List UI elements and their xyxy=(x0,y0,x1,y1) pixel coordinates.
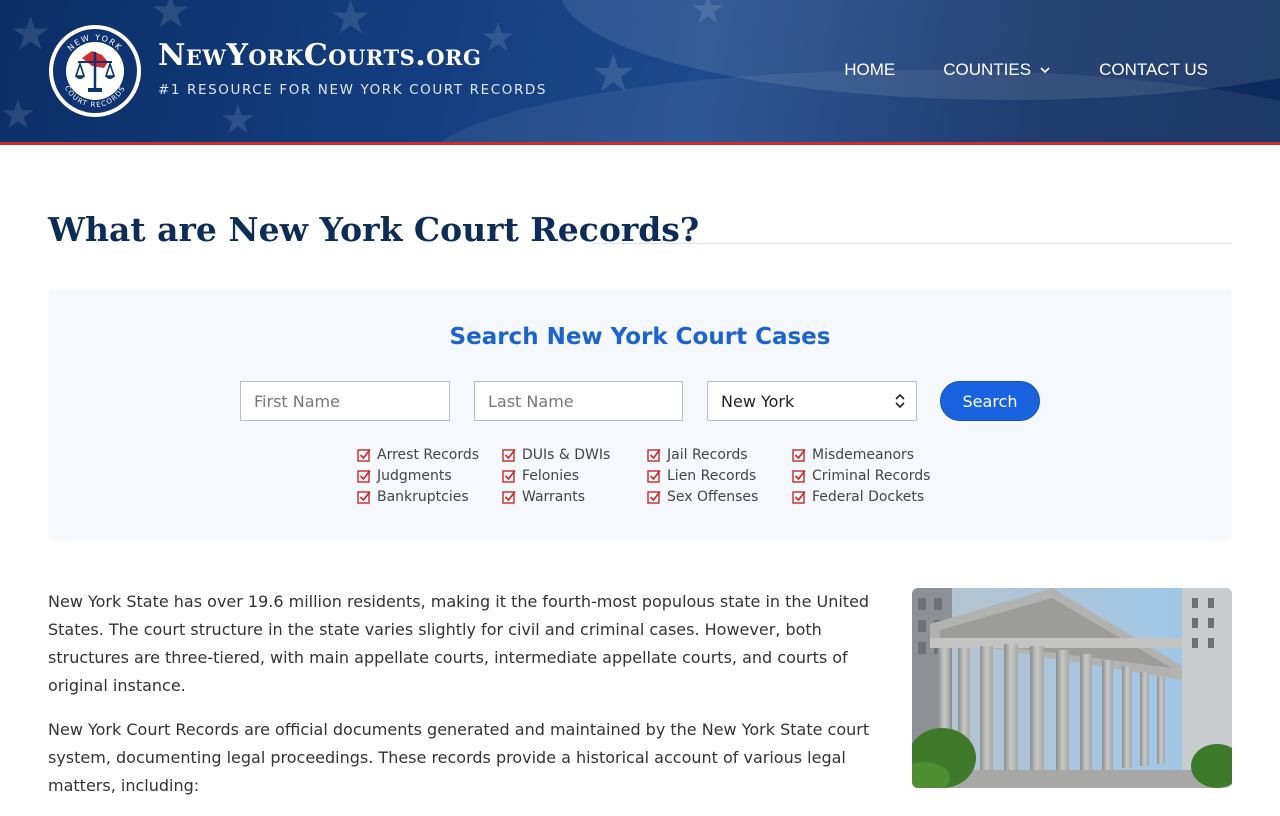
nav-home[interactable]: HOME xyxy=(844,60,895,80)
site-header: ★ ★ ★ ★ ★ ★ ★ ★ NEW YORK COURT RECORDS N… xyxy=(0,0,1280,142)
record-type-item: Misdemeanors xyxy=(792,446,937,464)
record-type-label: Bankruptcies xyxy=(377,489,469,505)
record-type-label: Criminal Records xyxy=(812,468,931,484)
select-updown-icon xyxy=(895,393,905,409)
star-decoration: ★ xyxy=(10,6,52,60)
record-type-label: Arrest Records xyxy=(377,447,480,463)
main-nav: HOME COUNTIES CONTACT US xyxy=(844,60,1208,80)
record-type-item: Warrants xyxy=(502,488,647,506)
nav-contact-label: CONTACT US xyxy=(1099,60,1208,79)
checkbox-checked-icon xyxy=(357,470,371,483)
nav-counties[interactable]: COUNTIES xyxy=(943,60,1051,80)
checkbox-checked-icon xyxy=(502,491,516,504)
record-type-label: Sex Offenses xyxy=(667,489,759,505)
checkbox-checked-icon xyxy=(357,491,371,504)
nav-home-label: HOME xyxy=(844,60,896,79)
search-panel-title: Search New York Court Cases xyxy=(449,324,831,350)
record-type-label: Jail Records xyxy=(667,447,748,463)
checkbox-checked-icon xyxy=(647,449,661,462)
record-type-item: Criminal Records xyxy=(792,467,937,485)
star-decoration: ★ xyxy=(690,0,726,33)
checkbox-checked-icon xyxy=(792,470,806,483)
star-decoration: ★ xyxy=(150,0,192,38)
checkbox-checked-icon xyxy=(502,449,516,462)
record-type-label: Federal Dockets xyxy=(812,489,925,505)
new-york-courts-seal-logo[interactable]: NEW YORK COURT RECORDS xyxy=(48,24,142,118)
checkbox-checked-icon xyxy=(792,491,806,504)
site-brand-title[interactable]: NewYorkCourts.org xyxy=(158,38,481,73)
nav-counties-label: COUNTIES xyxy=(943,60,1032,79)
record-type-label: Felonies xyxy=(522,468,580,484)
star-decoration: ★ xyxy=(480,15,516,61)
record-type-label: Misdemeanors xyxy=(812,447,915,463)
star-decoration: ★ xyxy=(220,97,256,142)
court-case-search-panel: Search New York Court Cases New York Sea… xyxy=(48,289,1232,540)
record-type-item: Lien Records xyxy=(647,467,792,485)
checkbox-checked-icon xyxy=(502,470,516,483)
flag-wave-decoration xyxy=(420,70,1280,142)
record-type-label: DUIs & DWIs xyxy=(522,447,611,463)
record-types-list: Arrest Records DUIs & DWIs Jail Records Mis… xyxy=(357,446,937,506)
first-name-input[interactable] xyxy=(240,381,450,421)
record-type-label: Warrants xyxy=(522,489,586,505)
record-type-item: Judgments xyxy=(357,467,502,485)
intro-paragraph: New York State has over 19.6 million res… xyxy=(48,592,870,695)
star-decoration: ★ xyxy=(590,44,637,104)
site-tagline: #1 RESOURCE FOR NEW YORK COURT RECORDS xyxy=(158,82,548,98)
last-name-input[interactable] xyxy=(474,381,683,421)
records-paragraph: New York Court Records are official docu… xyxy=(48,720,870,795)
courthouse-photo xyxy=(912,588,1232,788)
checkbox-checked-icon xyxy=(357,449,371,462)
title-divider xyxy=(593,243,1232,244)
checkbox-checked-icon xyxy=(647,491,661,504)
checkbox-checked-icon xyxy=(792,449,806,462)
state-select[interactable]: New York xyxy=(707,381,917,421)
record-type-label: Judgments xyxy=(377,468,452,484)
star-decoration: ★ xyxy=(0,92,36,138)
header-red-stripe xyxy=(0,142,1280,145)
search-button[interactable]: Search xyxy=(940,381,1040,421)
record-type-item: Arrest Records xyxy=(357,446,502,464)
record-type-item: DUIs & DWIs xyxy=(502,446,647,464)
star-decoration: ★ xyxy=(330,0,372,44)
record-type-item: Sex Offenses xyxy=(647,488,792,506)
state-select-value: New York xyxy=(721,391,795,411)
nav-contact-us[interactable]: CONTACT US xyxy=(1099,60,1208,80)
checkbox-checked-icon xyxy=(647,470,661,483)
record-type-label: Lien Records xyxy=(667,468,757,484)
record-type-item: Jail Records xyxy=(647,446,792,464)
record-type-item: Felonies xyxy=(502,467,647,485)
article-content: New York State has over 19.6 million res… xyxy=(48,588,878,816)
chevron-down-icon xyxy=(1040,67,1050,74)
record-type-item: Federal Dockets xyxy=(792,488,937,506)
record-type-item: Bankruptcies xyxy=(357,488,502,506)
